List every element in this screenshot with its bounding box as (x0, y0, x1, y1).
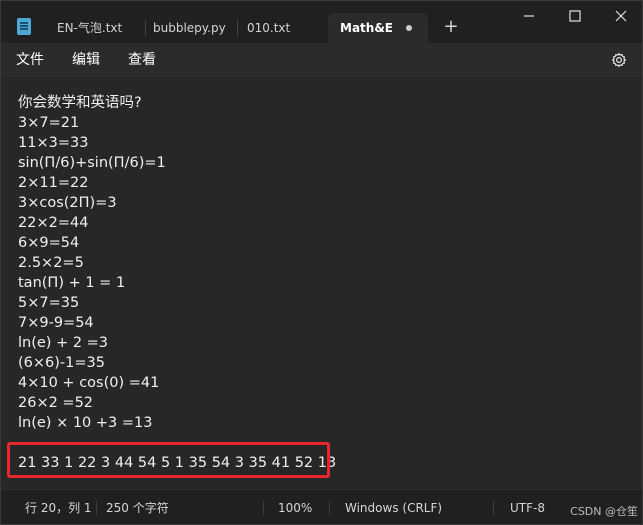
settings-button[interactable] (610, 51, 628, 69)
menu-file[interactable]: 文件 (16, 43, 44, 77)
close-icon (615, 10, 627, 22)
text-line: 26×2 =52 (18, 395, 94, 411)
text-line: 2×11=22 (18, 175, 89, 191)
tab-label: bubblepy.py (153, 21, 226, 35)
vertical-scrollbar[interactable] (639, 83, 642, 479)
text-editor[interactable]: 你会数学和英语吗? 3×7=21 11×3=33 sin(Π/6)+sin(Π/… (1, 77, 642, 489)
text-line: tan(Π) + 1 = 1 (18, 275, 126, 291)
minimize-icon (524, 15, 534, 17)
text-line: 5×7=35 (18, 295, 80, 311)
text-line: ln(e) + 2 =3 (18, 335, 109, 351)
tab-label: EN-气泡.txt (57, 21, 123, 35)
text-line: 2.5×2=5 (18, 255, 84, 271)
character-count: 250 个字符 (106, 501, 169, 515)
red-highlight-box (7, 442, 330, 478)
status-divider (493, 501, 494, 515)
text-line: 22×2=44 (18, 215, 89, 231)
text-line: 你会数学和英语吗? (18, 95, 142, 111)
line-ending[interactable]: Windows (CRLF) (345, 490, 442, 524)
status-divider (329, 501, 330, 515)
encoding[interactable]: UTF-8 (510, 490, 545, 524)
status-divider (263, 501, 264, 515)
title-bar: EN-气泡.txt bubblepy.py 010.txt Math&En + (1, 1, 642, 43)
notepad-app-icon (17, 18, 31, 35)
text-line: sin(Π/6)+sin(Π/6)=1 (18, 155, 166, 171)
text-line: 3×7=21 (18, 115, 80, 131)
menu-bar: 文件 编辑 查看 (1, 43, 642, 77)
status-bar: 行 20，列 1 250 个字符 100% Windows (CRLF) UTF… (1, 489, 642, 524)
zoom-level[interactable]: 100% (278, 490, 312, 524)
document-text: 你会数学和英语吗? 3×7=21 11×3=33 sin(Π/6)+sin(Π/… (18, 93, 166, 433)
close-button[interactable] (598, 1, 642, 33)
tab-010[interactable]: 010.txt (235, 13, 325, 43)
tab-en-bubble[interactable]: EN-气泡.txt (45, 13, 145, 43)
csdn-watermark: CSDN @仓笙 (570, 505, 638, 518)
notepad-window: EN-气泡.txt bubblepy.py 010.txt Math&En + (0, 0, 643, 525)
tab-math-en[interactable]: Math&En (328, 13, 428, 43)
text-line: 3×cos(2Π)=3 (18, 195, 117, 211)
text-line: 4×10 + cos(0) =41 (18, 375, 160, 391)
tab-bubblepy[interactable]: bubblepy.py (141, 13, 237, 43)
text-line: 7×9-9=54 (18, 315, 94, 331)
tab-label: Math&En (340, 21, 392, 35)
text-line: 11×3=33 (18, 135, 89, 151)
menu-edit[interactable]: 编辑 (72, 43, 100, 77)
maximize-icon (569, 10, 581, 22)
text-line: (6×6)-1=35 (18, 355, 105, 371)
tab-label: 010.txt (247, 21, 291, 35)
menu-view[interactable]: 查看 (128, 43, 156, 77)
minimize-button[interactable] (506, 1, 552, 33)
text-line: ln(e) × 10 +3 =13 (18, 415, 153, 431)
status-divider (96, 501, 97, 515)
maximize-button[interactable] (552, 1, 598, 33)
new-tab-button[interactable]: + (442, 15, 460, 39)
text-line: 6×9=54 (18, 235, 80, 251)
gear-icon (611, 52, 627, 68)
unsaved-dot-icon[interactable] (406, 25, 412, 31)
cursor-position: 行 20，列 1 (25, 501, 92, 515)
